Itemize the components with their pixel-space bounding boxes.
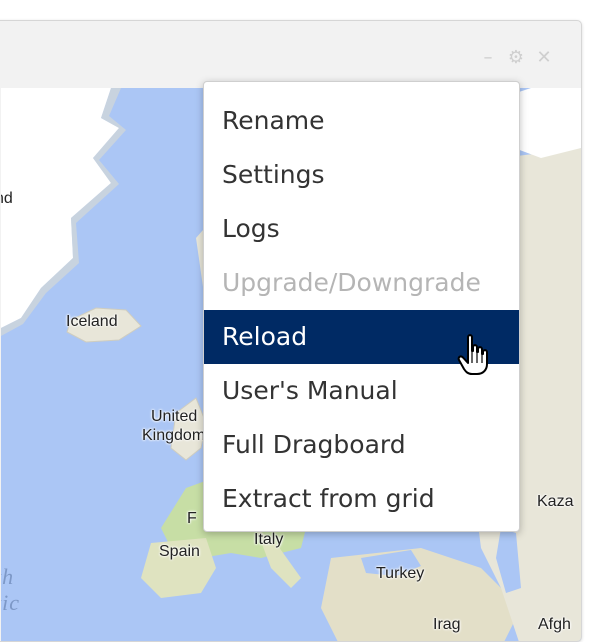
map-label-kingdom: Kingdom (142, 427, 206, 444)
map-label-france-fragment: F (187, 510, 197, 527)
menu-item-logs[interactable]: Logs (204, 202, 519, 256)
widget-titlebar[interactable]: – ⚙ ✕ (0, 21, 581, 87)
map-label-italy: Italy (254, 531, 284, 548)
context-menu: Rename Settings Logs Upgrade/Downgrade R… (203, 81, 520, 532)
close-icon[interactable]: ✕ (535, 49, 553, 67)
map-label-iceland: Iceland (66, 313, 118, 330)
menu-item-settings[interactable]: Settings (204, 148, 519, 202)
menu-item-extract-from-grid[interactable]: Extract from grid (204, 472, 519, 526)
map-label-greenland-fragment: nd (1, 190, 13, 207)
hand-pointer-icon (457, 334, 488, 375)
map-label-afghanistan-fragment: Afgh (538, 616, 571, 633)
map-label-turkey: Turkey (376, 565, 425, 582)
minimize-icon[interactable]: – (479, 49, 497, 67)
map-label-atlantic-fragment: th tic (1, 564, 20, 615)
menu-item-rename[interactable]: Rename (204, 94, 519, 148)
gear-icon[interactable]: ⚙ (507, 49, 525, 67)
map-label-spain: Spain (159, 543, 200, 560)
map-label-iraq-fragment: Irag (433, 616, 461, 633)
menu-item-upgrade-downgrade: Upgrade/Downgrade (222, 268, 481, 297)
menu-item-full-dragboard[interactable]: Full Dragboard (204, 418, 519, 472)
map-label-united: United (151, 408, 198, 425)
titlebar-buttons: – ⚙ ✕ (479, 49, 553, 67)
map-label-kazakhstan-fragment: Kaza (537, 493, 574, 510)
